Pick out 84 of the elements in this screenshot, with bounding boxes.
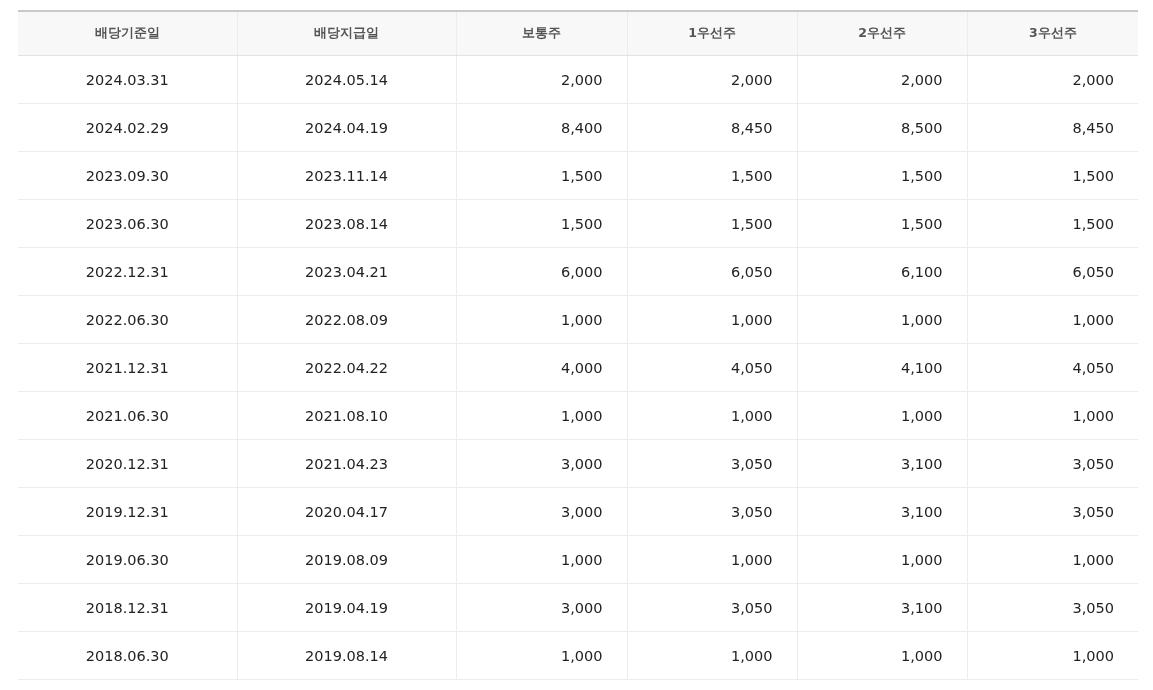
table-cell: 2018.06.30: [18, 631, 237, 680]
column-header: 1우선주: [627, 11, 797, 56]
table-cell: 2019.08.09: [237, 535, 456, 584]
table-cell: 3,100: [797, 583, 967, 632]
table-cell: 2023.06.30: [18, 199, 237, 248]
table-cell: 3,050: [627, 487, 797, 536]
table-cell: 1,000: [456, 535, 627, 584]
table-cell: 1,000: [797, 631, 967, 680]
table-cell: 2,000: [967, 55, 1138, 104]
table-cell: 6,000: [456, 247, 627, 296]
table-cell: 1,000: [627, 535, 797, 584]
table-cell: 3,050: [967, 439, 1138, 488]
table-cell: 6,050: [967, 247, 1138, 296]
table-cell: 2021.12.31: [18, 343, 237, 392]
table-cell: 2019.06.30: [18, 535, 237, 584]
table-cell: 1,000: [967, 391, 1138, 440]
table-cell: 2024.05.14: [237, 55, 456, 104]
table-cell: 2019.08.14: [237, 631, 456, 680]
table-cell: 1,000: [627, 295, 797, 344]
table-cell: 2021.04.23: [237, 439, 456, 488]
table-cell: 2,000: [797, 55, 967, 104]
table-cell: 4,000: [456, 343, 627, 392]
table-cell: 1,500: [797, 199, 967, 248]
table-cell: 1,500: [627, 199, 797, 248]
table-cell: 6,100: [797, 247, 967, 296]
table-cell: 2022.04.22: [237, 343, 456, 392]
table-cell: 6,050: [627, 247, 797, 296]
column-header: 2우선주: [797, 11, 967, 56]
table-cell: 2024.03.31: [18, 55, 237, 104]
table-cell: 2,000: [627, 55, 797, 104]
table-cell: 1,500: [967, 199, 1138, 248]
table-cell: 1,000: [456, 631, 627, 680]
table-cell: 2024.04.19: [237, 103, 456, 152]
table-cell: 2024.02.29: [18, 103, 237, 152]
table-cell: 8,400: [456, 103, 627, 152]
table-cell: 1,000: [967, 295, 1138, 344]
table-cell: 3,000: [456, 583, 627, 632]
column-header: 배당지급일: [237, 11, 456, 56]
column-header: 3우선주: [967, 11, 1138, 56]
column-header: 보통주: [456, 11, 627, 56]
table-cell: 1,500: [627, 151, 797, 200]
table-cell: 8,450: [967, 103, 1138, 152]
table-cell: 2021.06.30: [18, 391, 237, 440]
table-cell: 1,500: [456, 151, 627, 200]
table-cell: 1,500: [967, 151, 1138, 200]
table-cell: 3,050: [967, 583, 1138, 632]
table-cell: 1,000: [797, 295, 967, 344]
column-header: 배당기준일: [18, 11, 237, 56]
table-cell: 2,000: [456, 55, 627, 104]
table-cell: 2019.04.19: [237, 583, 456, 632]
table-cell: 2018.12.31: [18, 583, 237, 632]
table-cell: 3,100: [797, 439, 967, 488]
table-cell: 2020.04.17: [237, 487, 456, 536]
table-cell: 2019.12.31: [18, 487, 237, 536]
table-cell: 4,050: [627, 343, 797, 392]
table-cell: 1,000: [967, 631, 1138, 680]
table-cell: 2021.08.10: [237, 391, 456, 440]
table-cell: 4,050: [967, 343, 1138, 392]
table-cell: 1,500: [797, 151, 967, 200]
table-cell: 1,000: [456, 391, 627, 440]
table-cell: 2023.04.21: [237, 247, 456, 296]
table-cell: 2022.12.31: [18, 247, 237, 296]
table-cell: 2023.09.30: [18, 151, 237, 200]
table-cell: 3,000: [456, 487, 627, 536]
table-cell: 3,100: [797, 487, 967, 536]
table-cell: 1,000: [967, 535, 1138, 584]
table-cell: 1,000: [456, 295, 627, 344]
table-cell: 2022.08.09: [237, 295, 456, 344]
table-cell: 3,050: [967, 487, 1138, 536]
table-cell: 2022.06.30: [18, 295, 237, 344]
table-cell: 1,000: [797, 535, 967, 584]
table-cell: 1,000: [627, 631, 797, 680]
table-cell: 2023.11.14: [237, 151, 456, 200]
table-cell: 3,050: [627, 439, 797, 488]
table-cell: 1,000: [627, 391, 797, 440]
table-cell: 4,100: [797, 343, 967, 392]
table-cell: 3,000: [456, 439, 627, 488]
table-cell: 8,500: [797, 103, 967, 152]
table-cell: 1,500: [456, 199, 627, 248]
table-cell: 3,050: [627, 583, 797, 632]
table-cell: 8,450: [627, 103, 797, 152]
table-cell: 2020.12.31: [18, 439, 237, 488]
table-cell: 1,000: [797, 391, 967, 440]
table-cell: 2023.08.14: [237, 199, 456, 248]
